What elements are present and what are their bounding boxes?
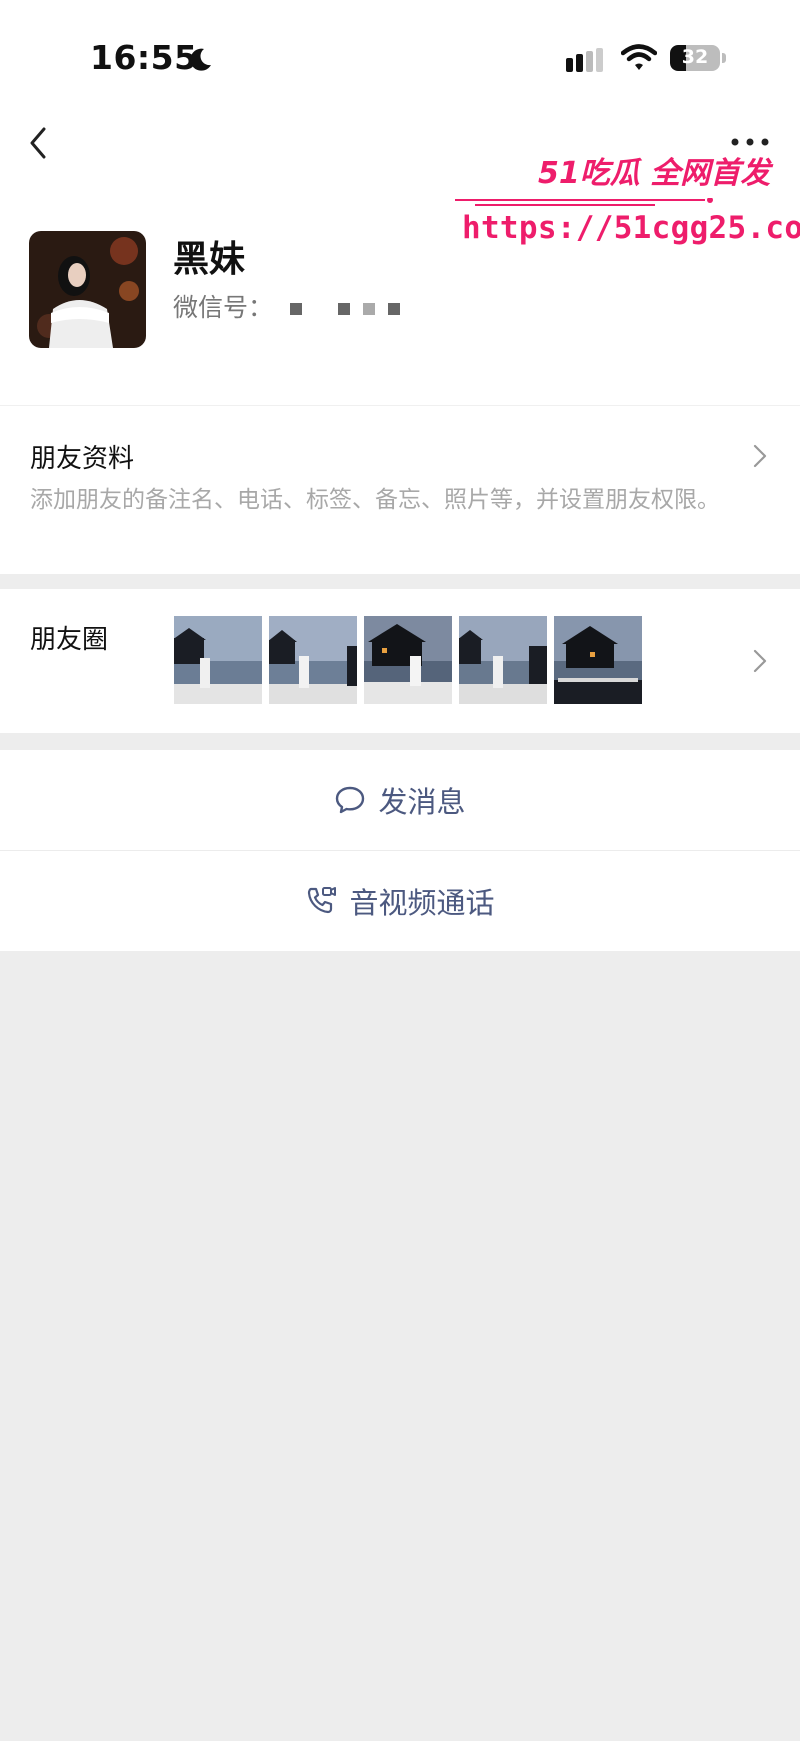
- moments-thumbnail: [174, 616, 262, 704]
- chevron-right-icon: [753, 444, 767, 468]
- battery-level: 32: [681, 46, 709, 68]
- video-call-icon: [308, 887, 337, 914]
- cellular-signal-icon: [566, 48, 603, 72]
- moments-thumbnail: [269, 616, 357, 704]
- wifi-icon: [621, 44, 657, 70]
- wechat-id-label: 微信号：: [173, 293, 274, 322]
- battery-icon: 32: [670, 45, 720, 71]
- more-icon[interactable]: [730, 137, 770, 147]
- battery-tip: [722, 53, 726, 63]
- send-message-label: 发消息: [378, 785, 466, 819]
- chat-bubble-icon: [336, 786, 365, 814]
- moments-thumbnail: [459, 616, 547, 704]
- avatar[interactable]: [29, 231, 146, 348]
- profile-header: 16:55 32 51吃瓜 全网首发 https://51cgg25.com 黑…: [0, 0, 800, 405]
- friend-info-row[interactable]: 朋友资料 添加朋友的备注名、电话、标签、备忘、照片等，并设置朋友权限。: [0, 405, 800, 574]
- moments-thumbnail: [364, 616, 452, 704]
- chevron-right-icon: [753, 649, 767, 673]
- moments-label: 朋友圈: [30, 625, 109, 655]
- watermark-url: https://51cgg25.com: [462, 210, 800, 246]
- video-call-label: 音视频通话: [349, 886, 495, 920]
- moments-thumbnail: [554, 616, 642, 704]
- status-time: 16:55: [90, 38, 198, 77]
- friend-info-description: 添加朋友的备注名、电话、标签、备忘、照片等，并设置朋友权限。: [30, 487, 720, 513]
- moments-row[interactable]: 朋友圈: [0, 589, 800, 733]
- back-icon[interactable]: [26, 125, 50, 161]
- wechat-id-redacted: [290, 303, 400, 315]
- nickname: 黑妹: [173, 239, 246, 280]
- watermark-decoration: [455, 198, 713, 206]
- watermark-brand: 51吃瓜 全网首发: [538, 156, 771, 191]
- send-message-button[interactable]: 发消息: [0, 750, 800, 850]
- moon-icon: [190, 48, 211, 71]
- video-call-button[interactable]: 音视频通话: [0, 851, 800, 951]
- friend-info-title: 朋友资料: [30, 444, 135, 474]
